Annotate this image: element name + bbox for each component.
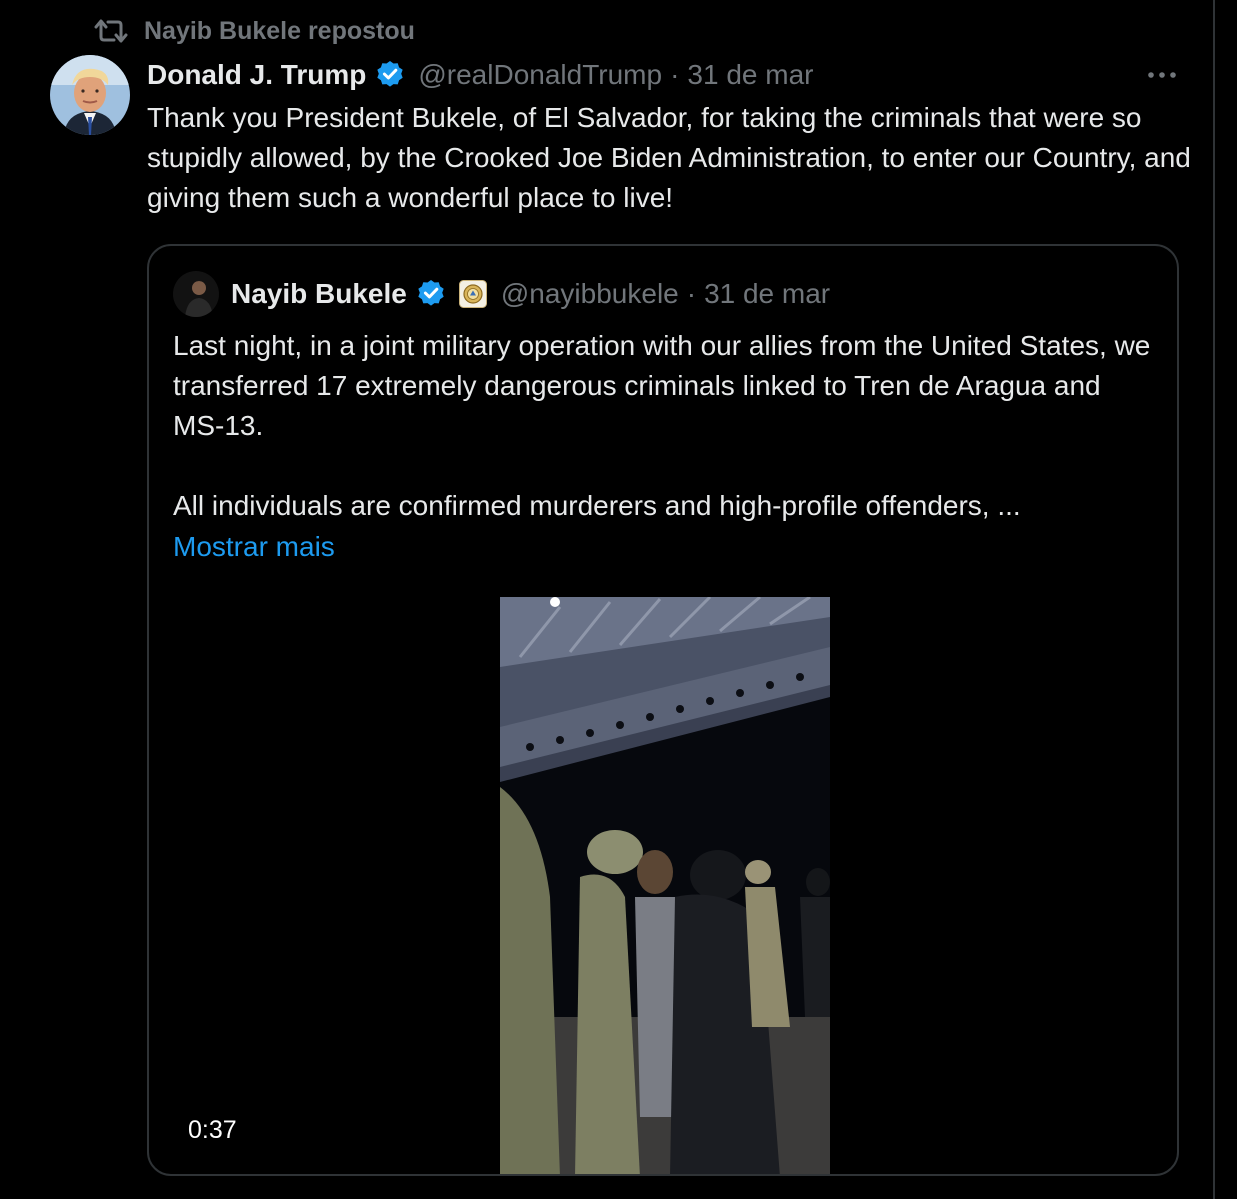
- column-divider: [1213, 0, 1215, 1199]
- show-more-link[interactable]: Mostrar mais: [173, 527, 335, 567]
- tweet-header: Donald J. Trump @realDonaldTrump · 31 de…: [147, 56, 813, 94]
- separator-dot: ·: [670, 59, 680, 90]
- separator-dot: ·: [686, 278, 697, 309]
- quoted-tweet-card[interactable]: Nayib Bukele @nayibbukele · 31 de mar La…: [147, 244, 1179, 1176]
- video-duration: 0:37: [188, 1116, 237, 1144]
- repost-icon: [92, 16, 130, 46]
- quote-text: Last night, in a joint military operatio…: [173, 326, 1153, 526]
- author-handle[interactable]: @realDonaldTrump: [418, 59, 662, 91]
- avatar[interactable]: [50, 55, 130, 135]
- quote-paragraph: Last night, in a joint military operatio…: [173, 330, 1151, 441]
- verified-badge-icon[interactable]: [374, 59, 406, 91]
- author-name[interactable]: Donald J. Trump: [147, 59, 366, 91]
- tweet-date[interactable]: 31 de mar: [687, 59, 813, 91]
- repost-indicator[interactable]: Nayib Bukele repostou: [92, 14, 415, 48]
- quote-date[interactable]: 31 de mar: [704, 278, 830, 310]
- quote-author-name[interactable]: Nayib Bukele: [231, 278, 407, 310]
- verified-badge-icon[interactable]: [415, 278, 447, 310]
- quote-paragraph: All individuals are confirmed murderers …: [173, 490, 1021, 521]
- quote-header: Nayib Bukele @nayibbukele · 31 de mar: [231, 275, 830, 313]
- tweet-text: Thank you President Bukele, of El Salvad…: [147, 102, 1191, 213]
- government-seal-icon[interactable]: [458, 280, 487, 308]
- more-options-button[interactable]: [1142, 60, 1182, 90]
- repost-label: Nayib Bukele repostou: [144, 16, 415, 45]
- video-thumbnail[interactable]: [500, 597, 830, 1174]
- quote-avatar[interactable]: [173, 271, 219, 317]
- quote-author-handle[interactable]: @nayibbukele: [501, 278, 679, 310]
- more-options-icon: [1146, 66, 1178, 84]
